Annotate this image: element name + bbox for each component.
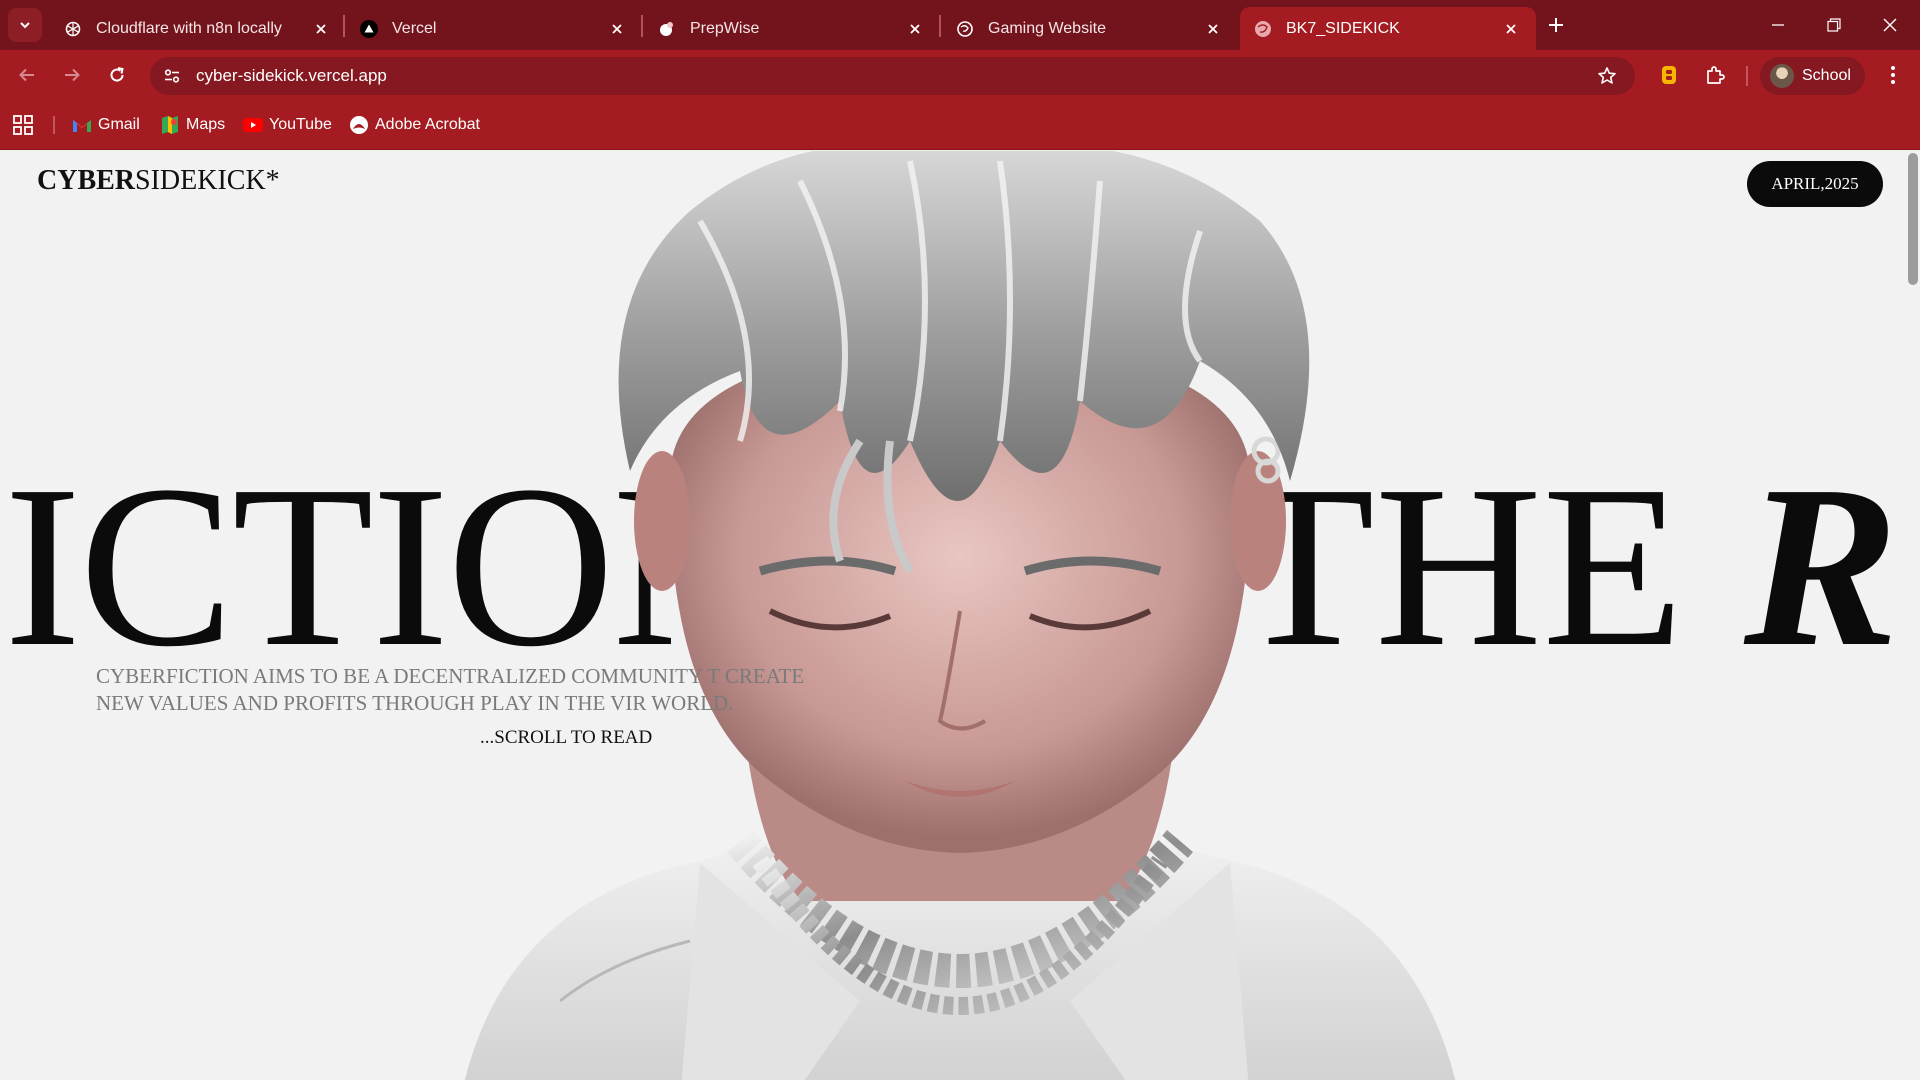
tab-title: Vercel	[392, 19, 437, 37]
hero-tagline: CYBERFICTION AIMS TO BE A DECENTRALIZED …	[96, 664, 805, 715]
reload-icon	[110, 67, 124, 82]
tab-title: PrepWise	[690, 19, 760, 37]
tab-cloudflare[interactable]: Cloudflare with n8n locally	[50, 7, 346, 50]
maps-icon	[160, 115, 180, 135]
toolbar-separator	[1746, 66, 1748, 86]
extension-app-icon	[1662, 66, 1676, 84]
site-info-icon[interactable]	[152, 57, 192, 95]
apps-grid-icon[interactable]	[12, 114, 34, 136]
plus-icon	[1549, 18, 1563, 32]
bookmark-maps[interactable]: Maps	[160, 113, 225, 137]
bookmark-label: Adobe Acrobat	[375, 116, 480, 133]
reload-button[interactable]	[100, 58, 134, 92]
globe-icon	[956, 20, 974, 38]
acrobat-icon	[349, 115, 369, 135]
arrow-right-icon	[65, 68, 80, 82]
minimize-button[interactable]	[1750, 0, 1806, 50]
bookmark-label: Gmail	[98, 116, 140, 133]
prepwise-icon	[658, 20, 676, 38]
minimize-icon	[1772, 24, 1784, 26]
tab-bk7-sidekick[interactable]: BK7_SIDEKICK	[1240, 7, 1536, 50]
logo-bold-text: CYBER	[37, 165, 136, 196]
bookmarks-bar: Gmail Maps YouTube Adobe Acrobat	[0, 100, 1920, 150]
profile-label: School	[1802, 67, 1851, 84]
bookmarks-separator	[53, 116, 55, 134]
web-page: ICTION THE R CYBERSIDEKICK* APRIL,2025 C…	[0, 151, 1920, 1080]
date-badge[interactable]: APRIL,2025	[1747, 161, 1883, 207]
chevron-down-icon	[20, 22, 30, 29]
tab-search-button[interactable]	[8, 8, 42, 42]
tab-title: Cloudflare with n8n locally	[96, 19, 282, 37]
globe-icon	[1254, 20, 1272, 38]
tab-title: Gaming Website	[988, 19, 1106, 37]
gmail-icon	[72, 115, 92, 135]
bookmark-gmail[interactable]: Gmail	[72, 113, 140, 137]
back-button[interactable]	[10, 58, 44, 92]
bookmark-label: YouTube	[269, 116, 332, 133]
scroll-hint: ...SCROLL TO READ	[480, 727, 653, 748]
extension-button[interactable]	[1652, 58, 1686, 92]
close-icon[interactable]	[1500, 18, 1522, 40]
youtube-icon	[243, 115, 263, 135]
bookmark-adobe-acrobat[interactable]: Adobe Acrobat	[349, 113, 480, 137]
bookmark-youtube[interactable]: YouTube	[243, 113, 332, 137]
openai-icon	[64, 20, 82, 38]
restore-button[interactable]	[1806, 0, 1862, 50]
browser-toolbar: School	[0, 50, 1920, 100]
new-tab-button[interactable]	[1541, 10, 1571, 40]
bookmark-label: Maps	[186, 116, 226, 133]
browser-menu-button[interactable]	[1876, 58, 1910, 92]
address-bar[interactable]	[150, 57, 1635, 95]
close-icon[interactable]	[904, 18, 926, 40]
close-icon	[1883, 18, 1897, 32]
extensions-menu-button[interactable]	[1698, 58, 1732, 92]
logo-regular-text: SIDEKICK*	[135, 165, 280, 196]
tab-title: BK7_SIDEKICK	[1286, 19, 1400, 37]
page-scrollbar-thumb[interactable]	[1908, 153, 1918, 285]
puzzle-icon	[1707, 66, 1725, 84]
tab-separator	[939, 15, 941, 37]
tab-separator	[343, 15, 345, 37]
url-input[interactable]	[196, 66, 1587, 86]
site-logo[interactable]: CYBERSIDEKICK*	[37, 165, 280, 197]
tab-prepwise[interactable]: PrepWise	[644, 7, 940, 50]
tab-strip: Cloudflare with n8n locally Vercel PrepW…	[0, 0, 1920, 50]
arrow-left-icon	[19, 68, 34, 82]
profile-button[interactable]: School	[1760, 57, 1865, 95]
vercel-icon	[360, 19, 378, 38]
close-window-button[interactable]	[1862, 0, 1918, 50]
tab-separator	[641, 15, 643, 37]
forward-button[interactable]	[55, 58, 89, 92]
hero-character-image	[464, 151, 1456, 1080]
close-icon[interactable]	[1202, 18, 1224, 40]
kebab-menu-icon	[1891, 66, 1895, 84]
restore-icon	[1827, 18, 1841, 32]
tab-vercel[interactable]: Vercel	[346, 7, 642, 50]
hero-text-italic: R	[1743, 438, 1899, 695]
avatar	[1770, 64, 1794, 88]
close-icon[interactable]	[310, 18, 332, 40]
close-icon[interactable]	[606, 18, 628, 40]
tab-gaming-website[interactable]: Gaming Website	[942, 7, 1238, 50]
bookmark-star-icon[interactable]	[1587, 57, 1627, 95]
